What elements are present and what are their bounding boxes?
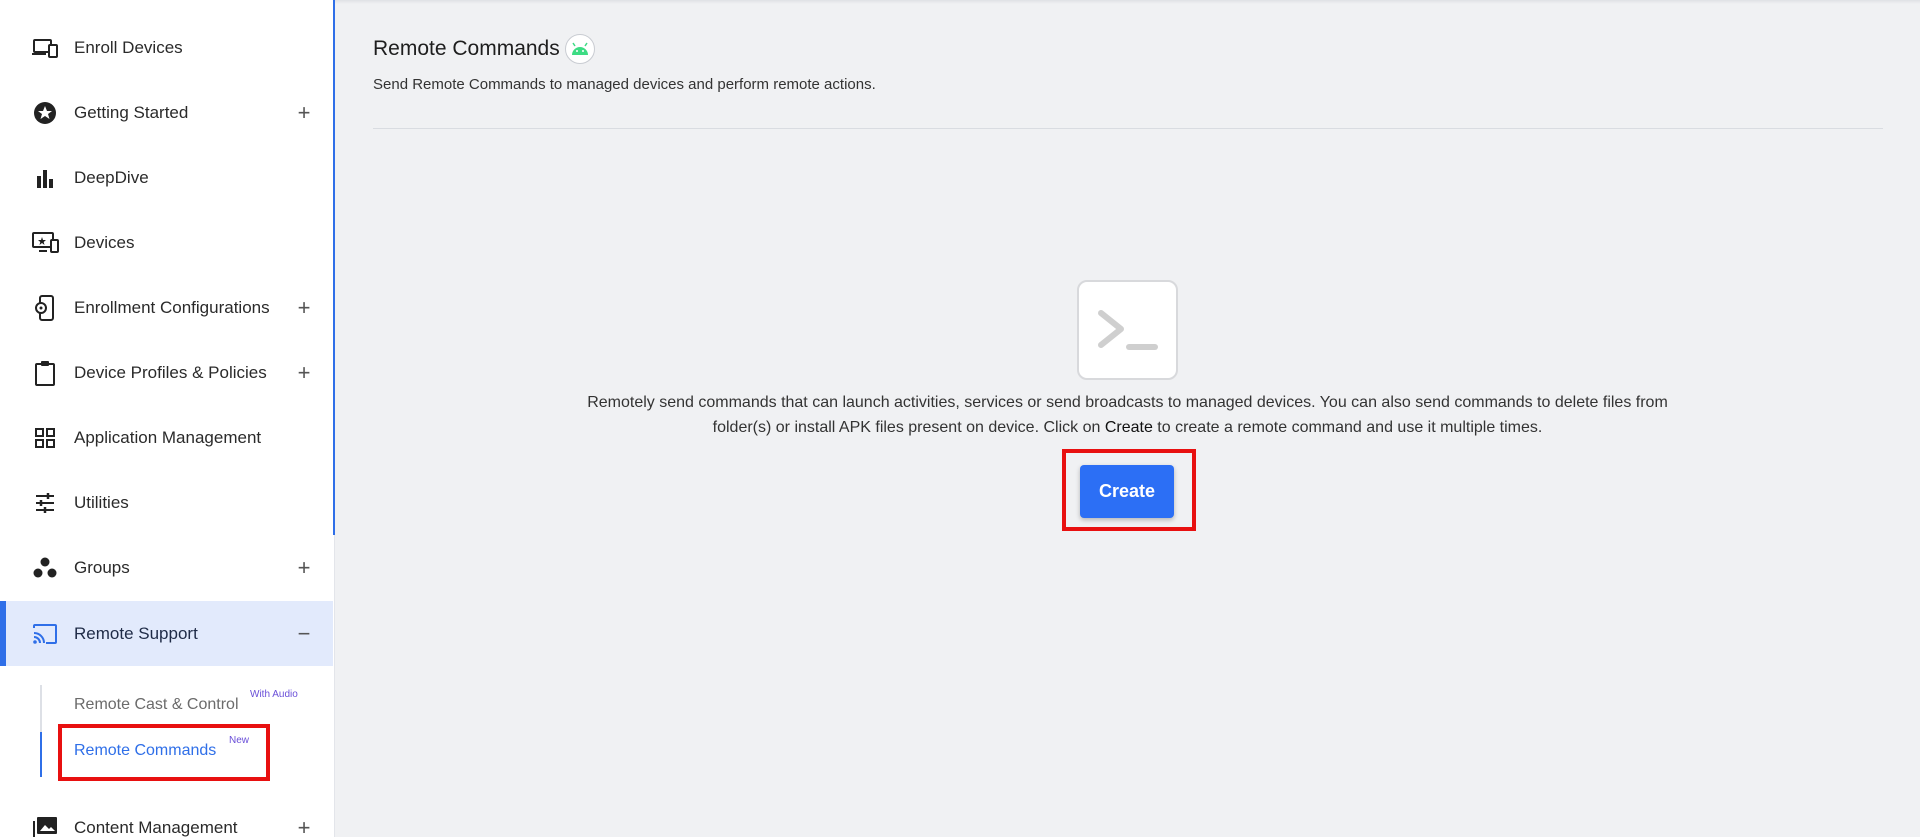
terminal-icon <box>1077 280 1178 380</box>
create-button[interactable]: Create <box>1080 465 1174 518</box>
grid-icon <box>30 423 60 453</box>
groups-icon <box>30 553 60 583</box>
submenu-item-remote-cast-control[interactable]: Remote Cast & Control <box>74 696 239 714</box>
sidebar-item-application-management[interactable]: Application Management <box>0 405 333 470</box>
sidebar: Enroll Devices Getting Started + DeepDiv… <box>0 0 335 837</box>
submenu-active-line <box>40 732 42 777</box>
sidebar-item-label: Content Management <box>74 817 238 837</box>
android-icon <box>564 34 595 64</box>
expand-icon[interactable]: + <box>293 816 315 837</box>
selection-highlight <box>58 724 270 781</box>
empty-state-description: Remotely send commands that can launch a… <box>565 390 1690 440</box>
page-title-text: Remote Commands <box>373 37 560 60</box>
collapse-icon[interactable]: − <box>293 622 315 645</box>
sidebar-item-utilities[interactable]: Utilities <box>0 470 333 535</box>
page-subtitle: Send Remote Commands to managed devices … <box>373 76 876 93</box>
sidebar-item-devices[interactable]: Devices <box>0 210 333 275</box>
clipboard-icon <box>30 358 60 388</box>
expand-icon[interactable]: + <box>293 101 315 124</box>
sidebar-item-label: Devices <box>74 232 135 252</box>
description-create-word: Create <box>1104 419 1153 436</box>
sidebar-item-label: DeepDive <box>74 167 149 187</box>
sidebar-item-device-profiles-policies[interactable]: Device Profiles & Policies + <box>0 340 333 405</box>
sidebar-item-label: Device Profiles & Policies <box>74 362 267 382</box>
sliders-icon <box>30 488 60 518</box>
divider <box>373 128 1883 129</box>
sidebar-item-label: Enrollment Configurations <box>74 297 270 317</box>
sidebar-item-label: Getting Started <box>74 102 189 122</box>
sidebar-item-deepdive[interactable]: DeepDive <box>0 145 333 210</box>
sidebar-item-enrollment-configurations[interactable]: Enrollment Configurations + <box>0 275 333 340</box>
cast-icon <box>30 619 60 649</box>
sidebar-item-enroll-devices[interactable]: Enroll Devices <box>0 15 333 80</box>
submenu-line <box>40 685 42 732</box>
monitor-icon <box>30 228 60 258</box>
page-title: Remote Commands <box>373 34 595 64</box>
sidebar-item-label: Remote Support <box>74 623 198 643</box>
with-audio-badge: With Audio <box>250 689 298 700</box>
sidebar-item-label: Application Management <box>74 427 262 447</box>
main-content: Remote Commands Send Remote Commands to … <box>335 0 1920 837</box>
sidebar-item-content-management[interactable]: Content Management + <box>0 795 333 837</box>
phone-gear-icon <box>30 293 60 323</box>
sidebar-item-label: Enroll Devices <box>74 37 183 57</box>
sidebar-item-label: Groups <box>74 557 130 577</box>
sidebar-item-getting-started[interactable]: Getting Started + <box>0 80 333 145</box>
bar-chart-icon <box>30 163 60 193</box>
star-icon <box>30 98 60 128</box>
devices-icon <box>30 33 60 63</box>
expand-icon[interactable]: + <box>293 556 315 579</box>
sidebar-item-groups[interactable]: Groups + <box>0 535 333 600</box>
images-icon <box>30 813 60 837</box>
sidebar-item-label: Utilities <box>74 492 129 512</box>
sidebar-item-remote-support[interactable]: Remote Support − <box>0 601 333 666</box>
expand-icon[interactable]: + <box>293 296 315 319</box>
description-text-2: to create a remote command and use it mu… <box>1152 419 1543 436</box>
expand-icon[interactable]: + <box>293 361 315 384</box>
